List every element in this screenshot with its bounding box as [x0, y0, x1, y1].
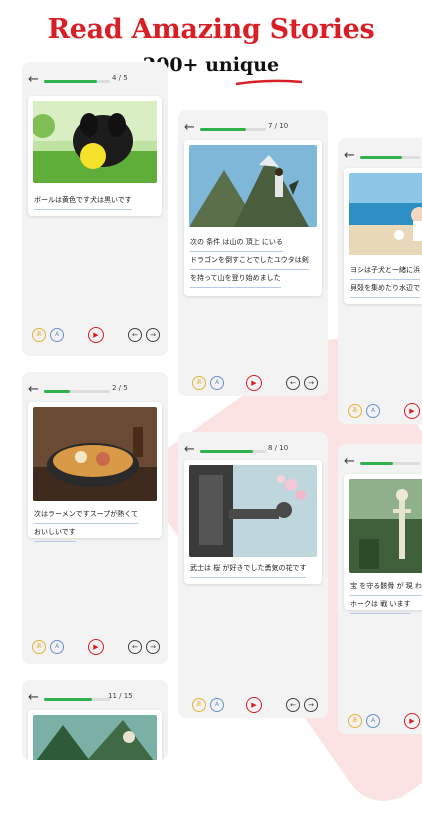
story-screen-6: ← 宝 を守る骸骨 が 現 わ ホークは 戦 います あ A ▶: [338, 444, 422, 734]
page-counter: 8 / 10: [268, 444, 289, 452]
translate-toggle-icon[interactable]: A: [366, 714, 380, 728]
translate-toggle-icon[interactable]: A: [210, 698, 224, 712]
story-image: [189, 465, 317, 557]
story-screen-3: ← ヨシは子犬と一緒に浜 貝殻を集めたり水辺で あ A ▶: [338, 138, 422, 424]
story-card[interactable]: [28, 710, 162, 760]
page-counter: 4 / 5: [112, 74, 128, 82]
story-text: 武士は 桜 が好きでした勇気の花です: [190, 560, 307, 578]
progress-bar: [44, 390, 110, 393]
story-text: ボールは黄色です犬は黒いです: [34, 192, 132, 210]
next-button[interactable]: →: [304, 376, 318, 390]
player-controls: あ A ▶ ← →: [178, 697, 328, 718]
page-counter: 2 / 5: [112, 384, 128, 392]
story-image: [349, 173, 422, 255]
story-text: 次の 条件 は山の 頂上 にいる ドラゴンを倒すことでしたユウタは剣 を持って山…: [190, 234, 309, 288]
player-controls: あ A ▶ ← →: [22, 327, 168, 352]
reading-toggle-icon[interactable]: あ: [348, 714, 362, 728]
story-card[interactable]: 武士は 桜 が好きでした勇気の花です: [184, 460, 322, 584]
progress-fill: [360, 156, 402, 159]
story-screen-1: ← 4 / 5 ボールは黄色です犬は黒いです あ A ▶ ← →: [22, 62, 168, 356]
play-button[interactable]: ▶: [246, 697, 262, 713]
next-button[interactable]: →: [304, 698, 318, 712]
progress-bar: [360, 156, 420, 159]
next-button[interactable]: →: [146, 640, 160, 654]
story-text: ヨシは子犬と一緒に浜 貝殻を集めたり水辺で: [350, 262, 420, 298]
story-line[interactable]: おいしいです: [34, 524, 76, 542]
progress-fill: [44, 80, 97, 83]
play-button[interactable]: ▶: [246, 375, 262, 391]
translate-toggle-icon[interactable]: A: [210, 376, 224, 390]
story-image: [33, 101, 157, 183]
story-line[interactable]: 次はラーメンですスープが熱くて: [34, 506, 139, 524]
back-arrow-icon[interactable]: ←: [184, 443, 198, 457]
story-image: [33, 407, 157, 501]
story-line[interactable]: ヨシは子犬と一緒に浜: [350, 262, 420, 280]
player-controls: あ A ▶: [338, 403, 422, 424]
play-button[interactable]: ▶: [88, 327, 104, 343]
story-line[interactable]: 貝殻を集めたり水辺で: [350, 280, 420, 298]
prev-button[interactable]: ←: [286, 376, 300, 390]
story-line[interactable]: ボールは黄色です犬は黒いです: [34, 192, 132, 210]
story-card[interactable]: ヨシは子犬と一緒に浜 貝殻を集めたり水辺で: [344, 168, 422, 304]
play-button[interactable]: ▶: [88, 639, 104, 655]
story-image: [189, 145, 317, 227]
story-line[interactable]: ドラゴンを倒すことでしたユウタは剣: [190, 252, 309, 270]
story-text: 次はラーメンですスープが熱くて おいしいです: [34, 506, 139, 542]
story-screen-4: ← 2 / 5 次はラーメンですスープが熱くて おいしいです あ A ▶ ← →: [22, 372, 168, 664]
prev-button[interactable]: ←: [128, 328, 142, 342]
player-controls: あ A ▶: [338, 713, 422, 734]
progress-bar: [44, 80, 110, 83]
progress-bar: [200, 450, 266, 453]
translate-toggle-icon[interactable]: A: [50, 328, 64, 342]
back-arrow-icon[interactable]: ←: [28, 73, 42, 87]
play-button[interactable]: ▶: [404, 713, 420, 729]
story-line[interactable]: 次の 条件 は山の 頂上 にいる: [190, 234, 283, 252]
story-image: [349, 479, 422, 573]
story-image: [33, 715, 157, 760]
prev-button[interactable]: ←: [128, 640, 142, 654]
reading-toggle-icon[interactable]: あ: [192, 698, 206, 712]
back-arrow-icon[interactable]: ←: [344, 149, 358, 163]
story-screen-2: ← 7 / 10 次の 条件 は山の 頂上 にいる ドラゴンを倒すことでしたユウ…: [178, 110, 328, 396]
reading-toggle-icon[interactable]: あ: [348, 404, 362, 418]
reading-toggle-icon[interactable]: あ: [32, 328, 46, 342]
translate-toggle-icon[interactable]: A: [50, 640, 64, 654]
play-button[interactable]: ▶: [404, 403, 420, 419]
progress-fill: [44, 390, 71, 393]
reading-toggle-icon[interactable]: あ: [32, 640, 46, 654]
progress-fill: [200, 128, 247, 131]
page-counter: 11 / 15: [108, 692, 133, 700]
translate-toggle-icon[interactable]: A: [366, 404, 380, 418]
story-card[interactable]: ボールは黄色です犬は黒いです: [28, 96, 162, 216]
back-arrow-icon[interactable]: ←: [344, 455, 358, 469]
player-controls: あ A ▶ ← →: [178, 375, 328, 396]
story-card[interactable]: 宝 を守る骸骨 が 現 わ ホークは 戦 います: [344, 474, 422, 614]
story-line[interactable]: を持って山を登り始めました: [190, 270, 281, 288]
story-line[interactable]: 武士は 桜 が好きでした勇気の花です: [190, 560, 307, 578]
story-card[interactable]: 次はラーメンですスープが熱くて おいしいです: [28, 402, 162, 542]
reading-toggle-icon[interactable]: あ: [192, 376, 206, 390]
back-arrow-icon[interactable]: ←: [28, 691, 42, 705]
page-counter: 7 / 10: [268, 122, 289, 130]
underline-stroke: [235, 79, 303, 86]
progress-bar: [44, 698, 110, 701]
back-arrow-icon[interactable]: ←: [184, 121, 198, 135]
progress-bar: [360, 462, 420, 465]
back-arrow-icon[interactable]: ←: [28, 383, 42, 397]
story-card[interactable]: 次の 条件 は山の 頂上 にいる ドラゴンを倒すことでしたユウタは剣 を持って山…: [184, 140, 322, 296]
next-button[interactable]: →: [146, 328, 160, 342]
prev-button[interactable]: ←: [286, 698, 300, 712]
progress-fill: [200, 450, 253, 453]
progress-fill: [44, 698, 93, 701]
story-screen-5: ← 8 / 10 武士は 桜 が好きでした勇気の花です あ A ▶ ← →: [178, 432, 328, 718]
headline: Read Amazing Stories: [47, 14, 375, 45]
player-controls: あ A ▶ ← →: [22, 639, 168, 664]
story-line[interactable]: 宝 を守る骸骨 が 現 わ: [350, 578, 422, 596]
progress-fill: [360, 462, 393, 465]
top-bar: ← 4 / 5: [22, 64, 168, 98]
story-line[interactable]: ホークは 戦 います: [350, 596, 411, 614]
progress-bar: [200, 128, 266, 131]
story-screen-7: ← 11 / 15: [22, 680, 168, 760]
story-text: 宝 を守る骸骨 が 現 わ ホークは 戦 います: [350, 578, 422, 614]
